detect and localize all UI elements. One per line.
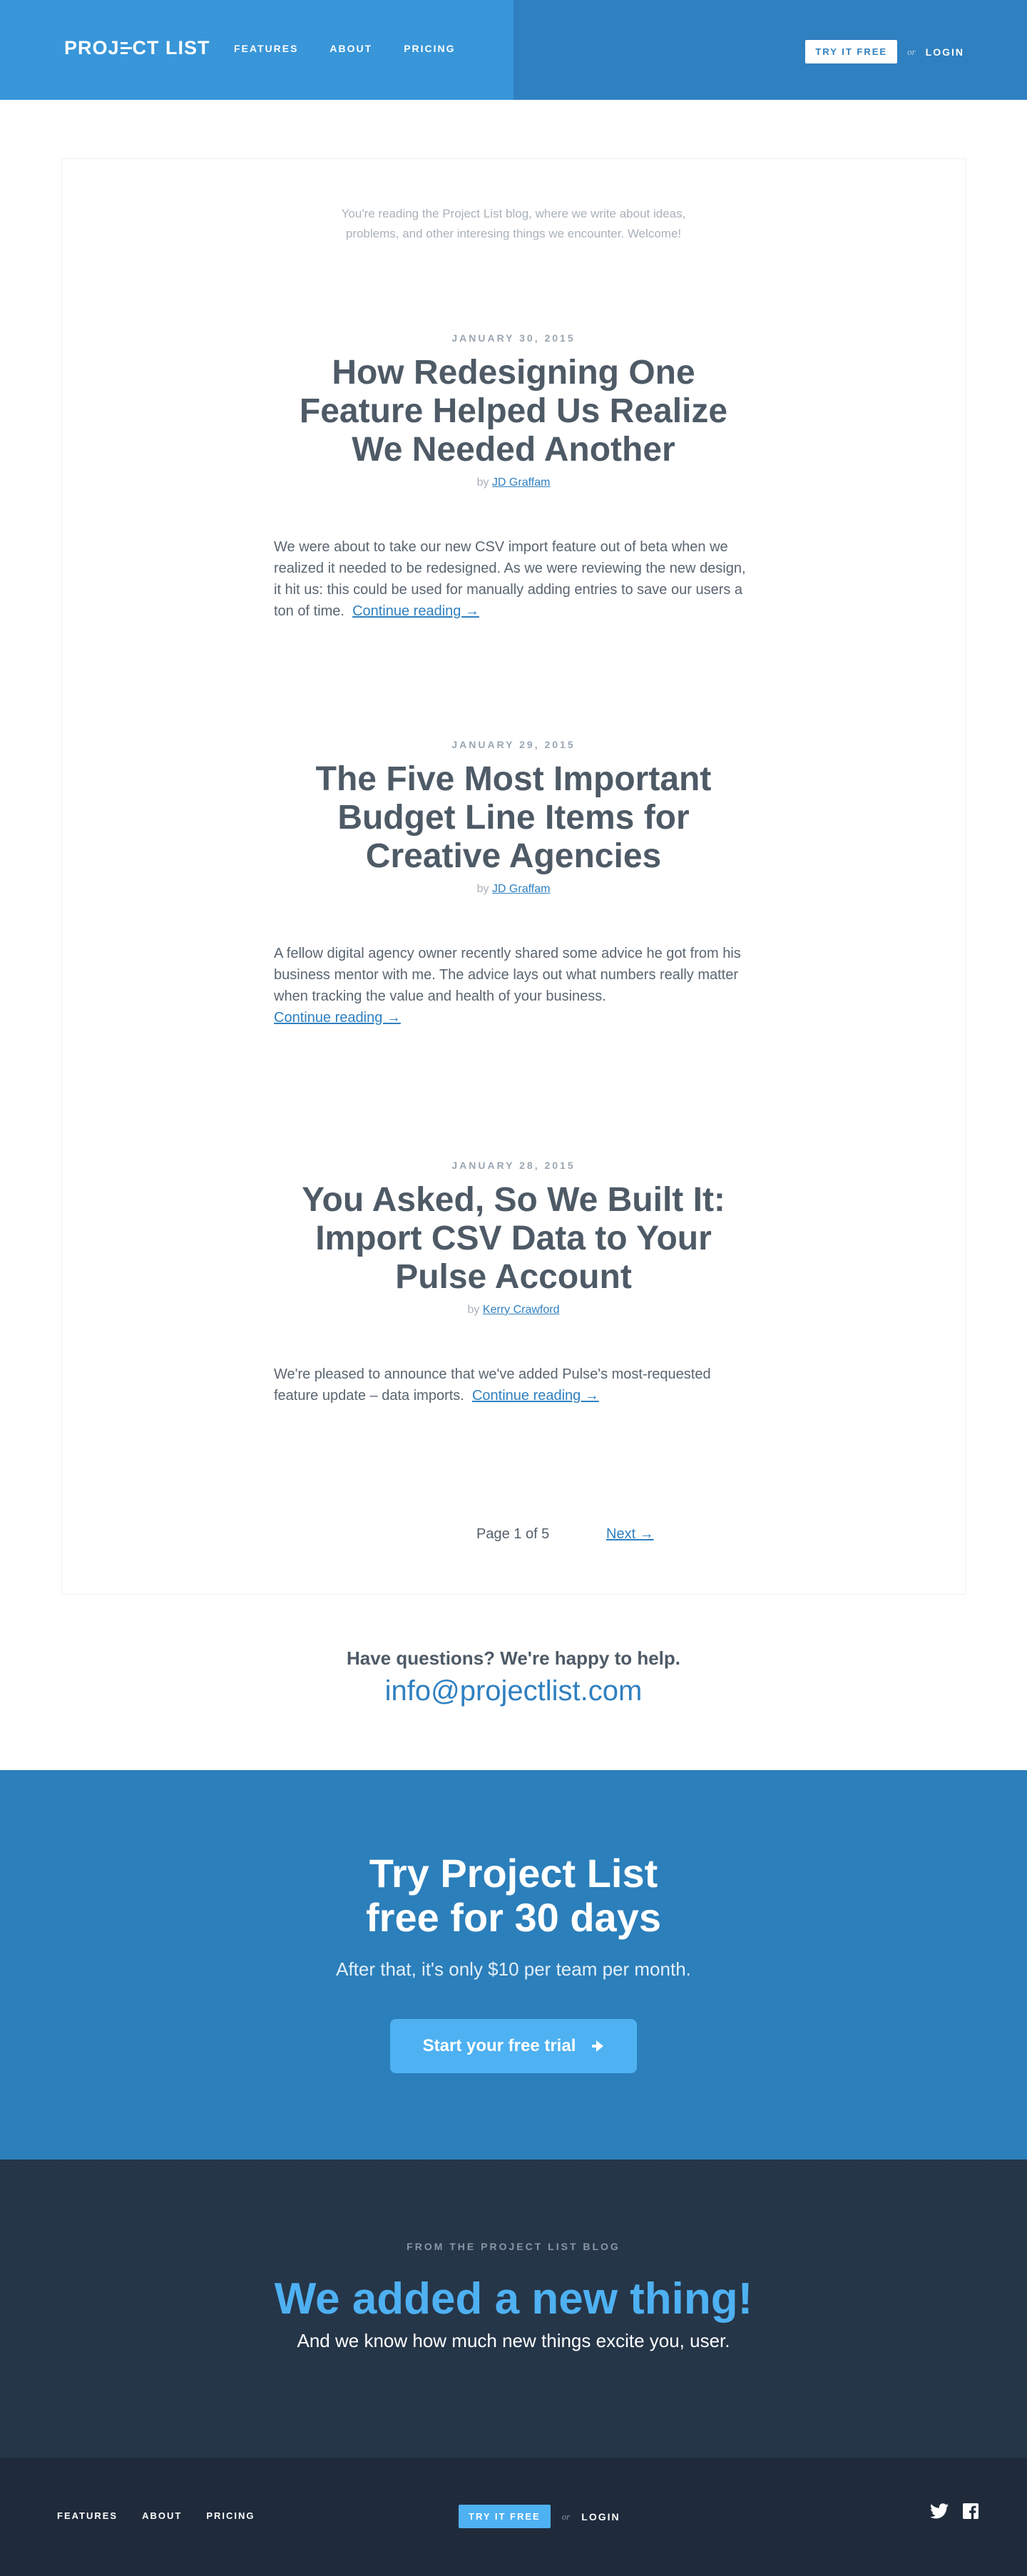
post-byline: by JD Graffam	[0, 476, 1027, 489]
footer-or-label: or	[561, 2510, 571, 2522]
post-byline: by JD Graffam	[0, 883, 1027, 896]
help-email-link[interactable]: info@projectlist.com	[385, 1675, 643, 1707]
footer-nav-features[interactable]: FEATURES	[57, 2510, 118, 2521]
post-title[interactable]: How Redesigning One Feature Helped Us Re…	[285, 354, 742, 469]
blog-post: JANUARY 30, 2015 How Redesigning One Fea…	[0, 332, 1027, 622]
twitter-icon[interactable]	[930, 2503, 949, 2519]
site-header: PROJ CT LIST FEATURES ABOUT PRICING TRY …	[0, 0, 1027, 100]
header-actions: TRY IT FREE or LOGIN	[805, 40, 964, 63]
post-author-link[interactable]: Kerry Crawford	[483, 1304, 560, 1316]
cta-subtitle: After that, it's only $10 per team per m…	[336, 1958, 691, 1980]
post-excerpt-text: A fellow digital agency owner recently s…	[274, 946, 741, 1004]
blog-post: JANUARY 28, 2015 You Asked, So We Built …	[0, 1160, 1027, 1406]
byline-prefix: by	[467, 1304, 480, 1316]
post-excerpt-text: We were about to take our new CSV import…	[274, 539, 746, 619]
footer-nav-about[interactable]: ABOUT	[142, 2510, 182, 2521]
logo-text-left: PROJ	[64, 37, 120, 58]
social-links	[930, 2503, 979, 2519]
nav-features[interactable]: FEATURES	[234, 43, 298, 54]
logo-text-right: CT LIST	[132, 37, 210, 58]
footer-nav: FEATURES ABOUT PRICING	[57, 2510, 255, 2521]
blog-post: JANUARY 29, 2015 The Five Most Important…	[0, 739, 1027, 1028]
post-byline: by Kerry Crawford	[0, 1304, 1027, 1317]
post-date: JANUARY 30, 2015	[451, 332, 576, 344]
from-blog-subtitle: And we know how much new things excite y…	[297, 2330, 730, 2351]
logo-e-mark	[120, 42, 132, 54]
try-free-button[interactable]: TRY IT FREE	[805, 40, 898, 63]
main-nav: FEATURES ABOUT PRICING	[234, 43, 456, 54]
blog-intro-line-1: You're reading the Project List blog, wh…	[341, 207, 686, 220]
nav-pricing[interactable]: PRICING	[404, 43, 455, 54]
or-label: or	[907, 46, 916, 57]
footer-login-link[interactable]: LOGIN	[581, 2511, 620, 2523]
start-trial-label: Start your free trial	[422, 2036, 576, 2055]
nav-about[interactable]: ABOUT	[329, 43, 372, 54]
cta-title-line-2: free for 30 days	[366, 1895, 661, 1940]
byline-prefix: by	[476, 883, 489, 895]
post-date: JANUARY 29, 2015	[451, 739, 576, 750]
trial-cta-section: Try Project List free for 30 days After …	[0, 1770, 1027, 2160]
page-indicator: Page 1 of 5	[476, 1526, 550, 1542]
site-footer: FEATURES ABOUT PRICING TRY IT FREE or LO…	[0, 2458, 1027, 2576]
help-section: Have questions? We're happy to help. inf…	[0, 1647, 1027, 1707]
post-author-link[interactable]: JD Graffam	[492, 883, 551, 895]
post-date: JANUARY 28, 2015	[451, 1160, 576, 1171]
footer-nav-pricing[interactable]: PRICING	[206, 2510, 255, 2521]
post-author-link[interactable]: JD Graffam	[492, 476, 551, 489]
continue-reading-link[interactable]: Continue reading →	[472, 1388, 599, 1404]
byline-prefix: by	[476, 476, 489, 489]
login-link[interactable]: LOGIN	[926, 46, 964, 58]
cta-title: Try Project List free for 30 days	[0, 1851, 1027, 1940]
footer-actions: TRY IT FREE or LOGIN	[459, 2505, 620, 2528]
post-title[interactable]: You Asked, So We Built It: Import CSV Da…	[285, 1181, 742, 1297]
facebook-icon[interactable]	[963, 2503, 979, 2519]
blog-intro: You're reading the Project List blog, wh…	[0, 204, 1027, 244]
post-title[interactable]: The Five Most Important Budget Line Item…	[285, 760, 742, 876]
logo[interactable]: PROJ CT LIST	[64, 37, 210, 59]
from-blog-section: FROM THE PROJECT LIST BLOG We added a ne…	[0, 2160, 1027, 2458]
arrow-right-icon	[591, 2040, 604, 2053]
continue-reading-link[interactable]: Continue reading →	[352, 603, 479, 619]
from-blog-eyebrow: FROM THE PROJECT LIST BLOG	[407, 2241, 620, 2252]
help-question: Have questions? We're happy to help.	[346, 1647, 680, 1669]
post-excerpt: We're pleased to announce that we've add…	[274, 1364, 753, 1406]
post-excerpt: We were about to take our new CSV import…	[274, 536, 753, 622]
next-page-link[interactable]: Next →	[606, 1526, 654, 1543]
post-excerpt: A fellow digital agency owner recently s…	[274, 943, 753, 1028]
blog-intro-line-2: problems, and other interesing things we…	[345, 227, 682, 240]
cta-title-line-1: Try Project List	[369, 1851, 658, 1896]
from-blog-title[interactable]: We added a new thing!	[0, 2274, 1027, 2324]
footer-try-free-button[interactable]: TRY IT FREE	[459, 2505, 551, 2528]
start-trial-button[interactable]: Start your free trial	[389, 2019, 638, 2073]
continue-reading-link[interactable]: Continue reading →	[274, 1010, 401, 1026]
